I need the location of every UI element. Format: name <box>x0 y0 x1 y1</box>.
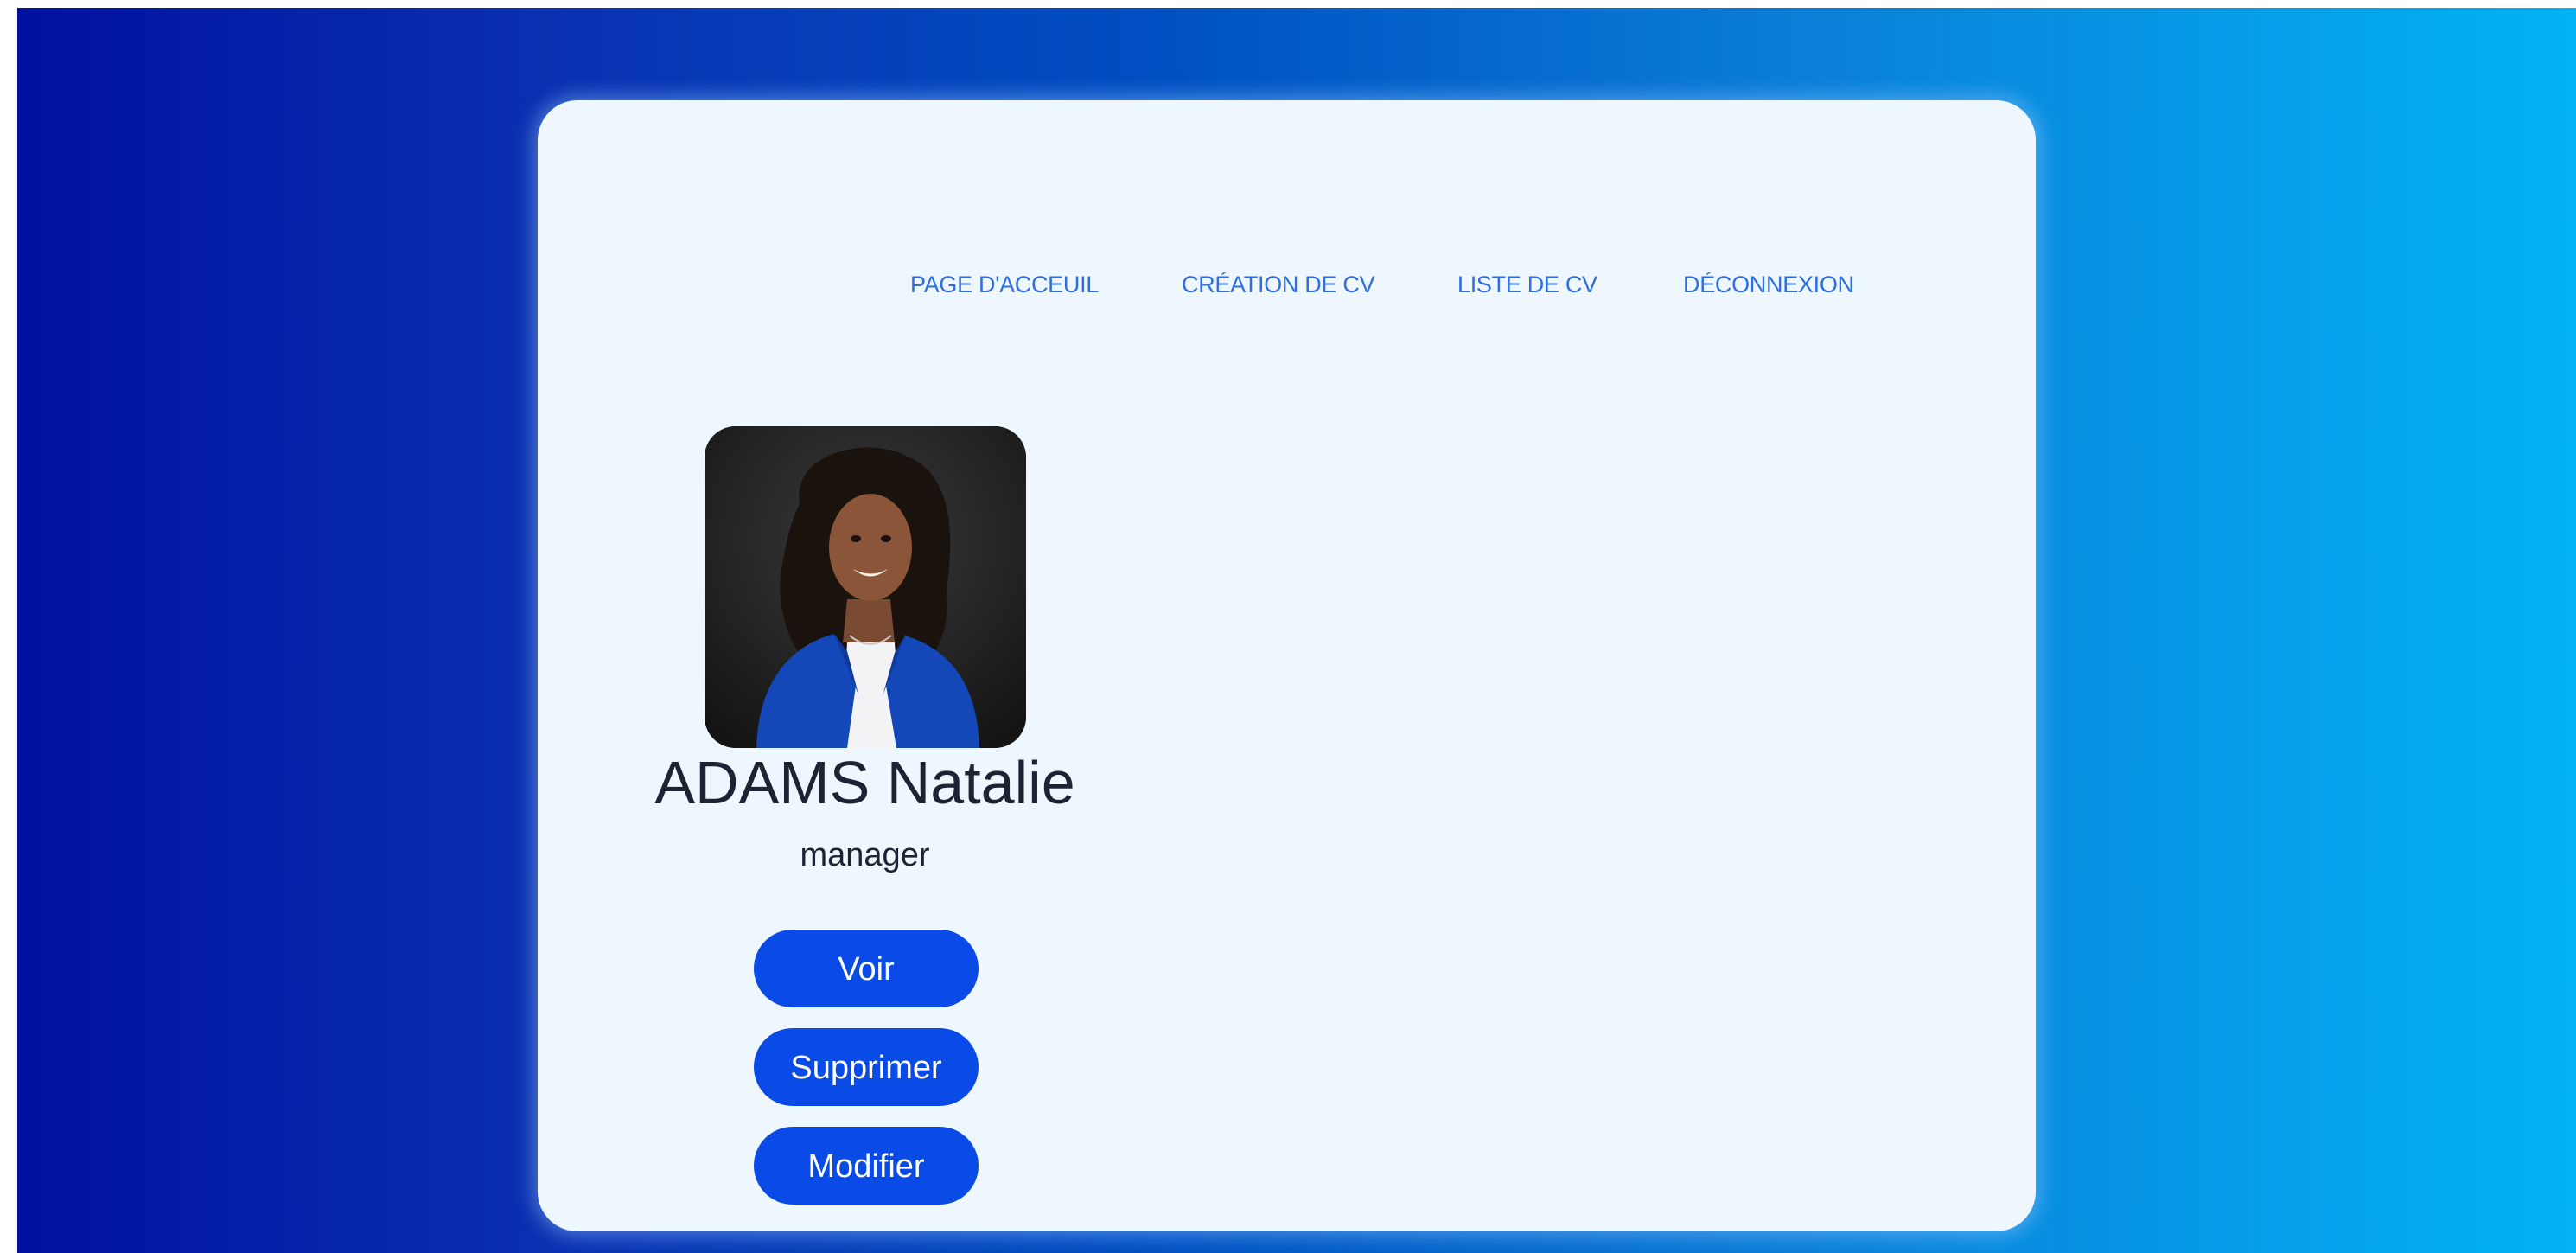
top-navigation: PAGE D'ACCEUIL CRÉATION DE CV LISTE DE C… <box>538 259 2036 310</box>
profile-card: ADAMS Natalie manager Voir Supprimer Mod… <box>572 426 1075 1205</box>
nav-link-cv-list[interactable]: LISTE DE CV <box>1457 259 1597 310</box>
main-card: PAGE D'ACCEUIL CRÉATION DE CV LISTE DE C… <box>538 100 2036 1231</box>
nav-link-home[interactable]: PAGE D'ACCEUIL <box>910 259 1099 310</box>
edit-button[interactable]: Modifier <box>754 1127 979 1205</box>
profile-photo <box>705 426 1026 748</box>
profile-name: ADAMS Natalie <box>654 749 1075 816</box>
delete-button[interactable]: Supprimer <box>754 1028 979 1106</box>
profile-role: manager <box>800 837 930 873</box>
view-button[interactable]: Voir <box>754 930 979 1007</box>
nav-link-logout[interactable]: DÉCONNEXION <box>1683 259 1854 310</box>
page-background: PAGE D'ACCEUIL CRÉATION DE CV LISTE DE C… <box>17 8 2576 1253</box>
nav-link-create-cv[interactable]: CRÉATION DE CV <box>1182 259 1375 310</box>
profile-photo-illustration <box>705 426 1026 748</box>
